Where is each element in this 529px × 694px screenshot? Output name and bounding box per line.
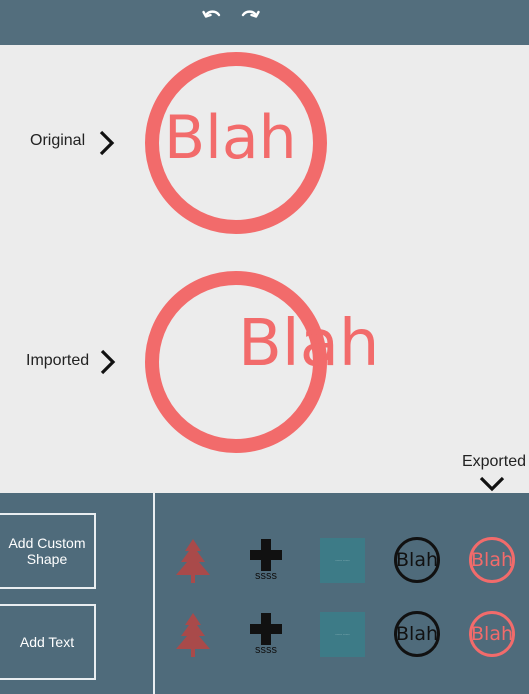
plus-icon bbox=[250, 539, 282, 571]
black-circle-text: Blah bbox=[394, 537, 440, 583]
add-custom-shape-button[interactable]: Add Custom Shape bbox=[0, 513, 96, 589]
red-circle-thumb-1[interactable]: Blah bbox=[469, 537, 515, 583]
plus-shape-thumb-2[interactable]: ssss bbox=[248, 611, 284, 656]
teal-square: ----- ----- bbox=[320, 612, 365, 657]
plus-icon bbox=[250, 613, 282, 645]
tree-icon bbox=[176, 613, 210, 657]
undo-icon bbox=[202, 10, 221, 18]
teal-square-thumb-2[interactable]: ----- ----- bbox=[320, 612, 365, 657]
panel-divider bbox=[153, 493, 155, 694]
tree-shape-thumb-2[interactable] bbox=[172, 611, 214, 659]
teal-square: ----- ----- bbox=[320, 538, 365, 583]
imported-label: Imported bbox=[26, 352, 90, 369]
undo-button[interactable] bbox=[200, 4, 224, 28]
tree-shape-thumb-1[interactable] bbox=[172, 537, 214, 585]
black-circle-text: Blah bbox=[394, 611, 440, 657]
original-blah-text[interactable]: Blah bbox=[164, 103, 297, 173]
tree-icon bbox=[176, 539, 210, 583]
imported-blah-text[interactable]: Blah bbox=[238, 307, 379, 381]
chevron-right-icon bbox=[100, 349, 116, 375]
add-text-button[interactable]: Add Text bbox=[0, 604, 96, 680]
square-text: ----- ----- bbox=[335, 631, 350, 636]
red-circle-thumb-2[interactable]: Blah bbox=[469, 611, 515, 657]
black-circle-thumb-1[interactable]: Blah bbox=[394, 537, 440, 583]
plus-label: ssss bbox=[255, 570, 277, 582]
bottom-panel: Add Custom Shape Add Text ssss ----- ---… bbox=[0, 493, 529, 694]
black-circle-thumb-2[interactable]: Blah bbox=[394, 611, 440, 657]
teal-square-thumb-1[interactable]: ----- ----- bbox=[320, 538, 365, 583]
square-text: ----- ----- bbox=[335, 557, 350, 562]
top-toolbar bbox=[0, 0, 529, 45]
original-label: Original bbox=[30, 132, 86, 149]
redo-button[interactable] bbox=[238, 4, 262, 28]
chevron-right-icon bbox=[99, 130, 115, 156]
red-circle-text: Blah bbox=[469, 537, 515, 583]
canvas-area[interactable]: Original Blah Imported Blah bbox=[0, 45, 529, 493]
plus-label: ssss bbox=[255, 644, 277, 656]
exported-label: Exported bbox=[461, 453, 526, 470]
plus-shape-thumb-1[interactable]: ssss bbox=[248, 537, 284, 582]
chevron-down-icon[interactable] bbox=[478, 475, 506, 493]
redo-icon bbox=[241, 10, 260, 18]
red-circle-text: Blah bbox=[469, 611, 515, 657]
